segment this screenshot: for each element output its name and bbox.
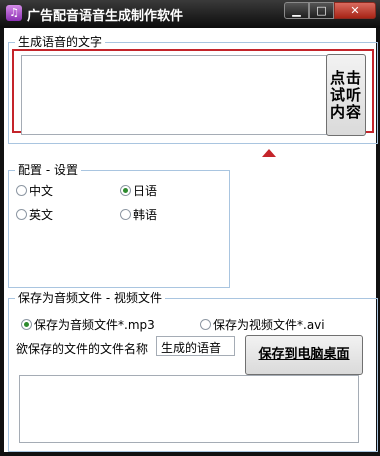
- radio-japanese[interactable]: 日语: [120, 182, 157, 199]
- radio-japanese-indicator[interactable]: [120, 185, 131, 196]
- radio-korean-indicator[interactable]: [120, 209, 131, 220]
- maximize-button[interactable]: □: [309, 2, 334, 19]
- radio-chinese-label: 中文: [29, 184, 54, 198]
- title-bar[interactable]: ♫ 广告配音语音生成制作软件 ▁ □ ✕: [0, 0, 380, 28]
- listen-button-line1: 点击: [329, 69, 362, 87]
- speech-text-input[interactable]: [21, 55, 327, 135]
- radio-english-label: 英文: [29, 208, 54, 222]
- radio-save-audio-label: 保存为音频文件*.mp3: [34, 318, 155, 332]
- radio-chinese[interactable]: 中文: [16, 182, 53, 199]
- radio-chinese-indicator[interactable]: [16, 185, 27, 196]
- output-log-area[interactable]: [19, 375, 359, 443]
- app-window: ♫ 广告配音语音生成制作软件 ▁ □ ✕ 生成语音的文字 点击 试听 内容 配置…: [0, 0, 380, 456]
- client-area: 生成语音的文字 点击 试听 内容 配置 - 设置 中文 日语 英文 韩语 保存为…: [4, 28, 378, 452]
- config-group-legend: 配置 - 设置: [15, 163, 81, 177]
- minimize-button[interactable]: ▁: [284, 2, 309, 19]
- listen-button-line3: 内容: [329, 103, 362, 121]
- text-group: 生成语音的文字: [8, 35, 378, 144]
- music-note-icon: ♫: [6, 5, 22, 21]
- filename-label: 欲保存的文件的文件名称: [16, 342, 149, 356]
- radio-japanese-label: 日语: [133, 184, 158, 198]
- radio-korean-label: 韩语: [133, 208, 158, 222]
- radio-korean[interactable]: 韩语: [120, 206, 157, 223]
- radio-save-video-indicator[interactable]: [200, 319, 211, 330]
- close-button[interactable]: ✕: [334, 2, 376, 19]
- window-title: 广告配音语音生成制作软件: [27, 9, 184, 24]
- radio-save-audio-indicator[interactable]: [21, 319, 32, 330]
- radio-save-video-label: 保存为视频文件*.avi: [213, 318, 325, 332]
- radio-save-video[interactable]: 保存为视频文件*.avi: [200, 316, 325, 333]
- close-icon: ✕: [350, 4, 360, 17]
- save-to-desktop-button[interactable]: 保存到电脑桌面: [245, 335, 363, 375]
- radio-english[interactable]: 英文: [16, 206, 53, 223]
- text-group-legend: 生成语音的文字: [15, 35, 106, 49]
- listen-button-line2: 试听: [329, 86, 362, 104]
- save-group-legend: 保存为音频文件 - 视频文件: [15, 291, 165, 305]
- listen-button[interactable]: 点击 试听 内容: [326, 54, 366, 136]
- radio-english-indicator[interactable]: [16, 209, 27, 220]
- minimize-icon: ▁: [292, 4, 301, 17]
- arrow-marker-icon: [262, 149, 276, 157]
- maximize-icon: □: [316, 4, 327, 17]
- radio-save-audio[interactable]: 保存为音频文件*.mp3: [21, 316, 155, 333]
- filename-input[interactable]: 生成的语音: [156, 336, 235, 356]
